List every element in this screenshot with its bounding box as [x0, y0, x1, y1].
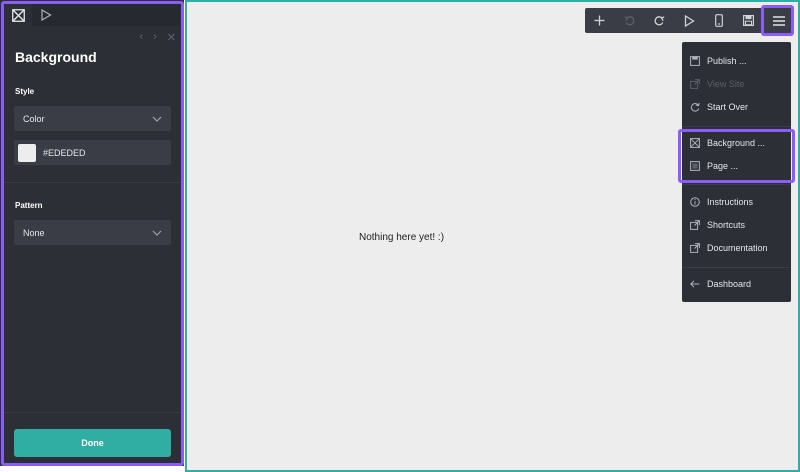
editor-toolbar	[585, 8, 794, 33]
menu-divider	[682, 184, 791, 185]
color-field[interactable]: #EDEDED	[14, 140, 171, 165]
arrow-left-icon	[690, 280, 700, 288]
info-icon	[690, 197, 700, 207]
color-swatch[interactable]	[18, 143, 36, 162]
tab-preview[interactable]	[32, 4, 60, 26]
chevron-left-icon[interactable]: ‹	[139, 31, 143, 44]
menu-item-start-over[interactable]: Start Over	[682, 97, 791, 117]
save-button[interactable]	[734, 8, 764, 33]
redo-icon	[655, 15, 665, 25]
chevron-right-icon[interactable]: ›	[153, 31, 157, 44]
style-select[interactable]: Color	[14, 106, 171, 131]
background-icon	[11, 8, 25, 22]
menu-item-label: Publish ...	[707, 56, 747, 66]
undo-icon	[624, 15, 635, 25]
play-icon	[684, 14, 695, 27]
menu-item-label: Shortcuts	[707, 220, 746, 230]
menu-item-documentation[interactable]: Documentation	[682, 238, 791, 258]
menu-item-page[interactable]: Page ...	[682, 156, 791, 176]
mobile-icon	[715, 14, 723, 27]
main-menu-dropdown: Publish ... View Site Start Over Backgro…	[682, 42, 791, 302]
menu-item-label: Start Over	[707, 102, 749, 112]
add-button[interactable]	[585, 8, 615, 33]
menu-item-label: Dashboard	[707, 279, 752, 289]
menu-icon	[772, 15, 785, 26]
style-select-value: Color	[23, 113, 45, 124]
menu-divider	[682, 126, 791, 127]
section-divider	[4, 182, 180, 183]
add-icon	[594, 15, 605, 26]
pattern-select[interactable]: None	[14, 220, 171, 245]
panel-nav: ‹ › ✕	[139, 31, 176, 44]
chevron-down-icon	[152, 230, 162, 236]
done-button[interactable]: Done	[14, 429, 171, 457]
redo-button[interactable]	[645, 8, 675, 33]
menu-item-label: Page ...	[707, 161, 739, 171]
save-icon	[743, 15, 755, 26]
external-link-icon	[690, 220, 700, 230]
menu-item-label: View Site	[707, 79, 745, 89]
tab-background[interactable]	[4, 4, 32, 26]
preview-button[interactable]	[674, 8, 704, 33]
page-icon	[690, 161, 700, 171]
external-link-icon	[690, 79, 700, 89]
pattern-select-value: None	[23, 227, 45, 238]
menu-item-label: Instructions	[707, 197, 754, 207]
close-icon[interactable]: ✕	[167, 31, 176, 44]
chevron-down-icon	[152, 116, 162, 122]
menu-item-background[interactable]: Background ...	[682, 133, 791, 153]
menu-item-instructions[interactable]: Instructions	[682, 192, 791, 212]
empty-canvas-message: Nothing here yet! :)	[359, 232, 445, 243]
footer-divider	[4, 412, 180, 413]
menu-divider	[682, 267, 791, 268]
color-value: #EDEDED	[43, 147, 86, 158]
panel-title: Background	[15, 49, 97, 65]
menu-item-shortcuts[interactable]: Shortcuts	[682, 215, 791, 235]
panel-tabs	[4, 4, 180, 26]
menu-item-dashboard[interactable]: Dashboard	[682, 274, 791, 294]
publish-icon	[690, 56, 700, 66]
menu-button[interactable]	[764, 8, 794, 33]
external-link-icon	[690, 243, 700, 253]
play-icon	[41, 9, 52, 21]
undo-button[interactable]	[615, 8, 645, 33]
style-label: Style	[15, 87, 35, 96]
pattern-label: Pattern	[15, 201, 43, 210]
background-icon	[690, 138, 700, 148]
mobile-view-button[interactable]	[704, 8, 734, 33]
menu-item-publish[interactable]: Publish ...	[682, 51, 791, 71]
background-panel: ‹ › ✕ Background Style Color #EDEDED Pat…	[0, 0, 184, 466]
refresh-icon	[690, 102, 700, 112]
menu-item-label: Background ...	[707, 138, 766, 148]
menu-item-label: Documentation	[707, 243, 768, 253]
menu-item-view-site[interactable]: View Site	[682, 74, 791, 94]
